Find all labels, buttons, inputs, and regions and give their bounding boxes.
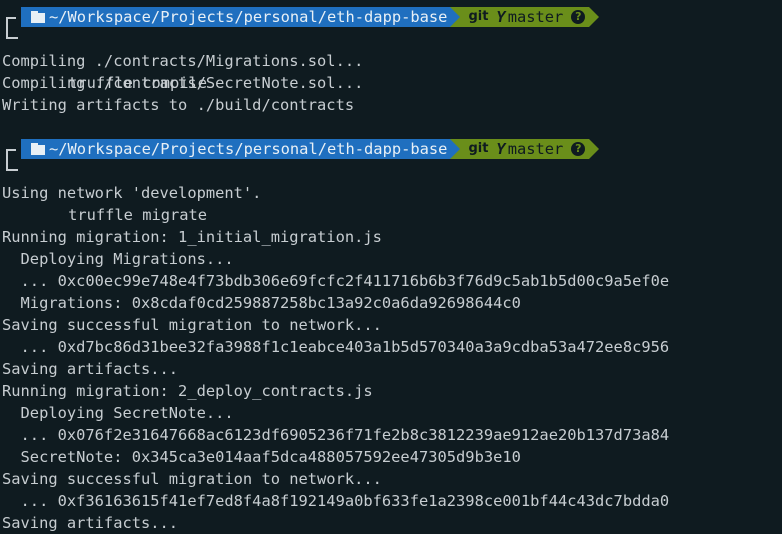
branch-icon: Y [496, 8, 506, 26]
folder-icon [31, 11, 47, 23]
prompt-line: ~/Workspace/Projects/personal/eth-dapp-b… [0, 138, 782, 160]
command-text: truffle compile [68, 74, 208, 92]
prompt-corner-decoration [6, 17, 16, 28]
command-corner-decoration [6, 28, 18, 39]
prompt-path: ~/Workspace/Projects/personal/eth-dapp-b… [49, 140, 448, 158]
output-line: Deploying Migrations... [2, 250, 234, 268]
command-text: truffle migrate [68, 206, 208, 224]
output-line: SecretNote: 0x345ca3e014aaf5dca488057592… [2, 448, 521, 466]
segment-separator-icon [450, 7, 461, 27]
output-line: Writing artifacts to ./build/contracts [2, 96, 355, 114]
output-line: Saving artifacts... [2, 360, 179, 378]
branch-icon: Y [496, 140, 506, 158]
output-line: Running migration: 2_deploy_contracts.js [2, 382, 373, 400]
output-line: Running migration: 1_initial_migration.j… [2, 228, 382, 246]
git-icon: git [468, 9, 489, 24]
output-line: Saving successful migration to network..… [2, 470, 382, 488]
output-line: Compiling ./contracts/Migrations.sol... [2, 52, 364, 70]
prompt-corner-decoration [6, 149, 16, 160]
git-branch: master [507, 8, 564, 26]
prompt-path-segment: ~/Workspace/Projects/personal/eth-dapp-b… [21, 139, 451, 159]
prompt-path: ~/Workspace/Projects/personal/eth-dapp-b… [49, 8, 448, 26]
output-line: Migrations: 0x8cdaf0cd259887258bc13a92c0… [2, 294, 521, 312]
command-line: truffle migrate [0, 160, 782, 224]
prompt-path-segment: ~/Workspace/Projects/personal/eth-dapp-b… [21, 7, 451, 27]
git-icon: git [468, 141, 489, 156]
git-branch: master [507, 140, 564, 158]
prompt-git-segment: git Ymaster? [460, 7, 590, 27]
segment-end-icon [589, 7, 600, 27]
output-line: Saving successful migration to network..… [2, 316, 382, 334]
git-status-icon: ? [571, 142, 586, 156]
output-line: Deploying SecretNote... [2, 404, 234, 422]
prompt-line: ~/Workspace/Projects/personal/eth-dapp-b… [0, 6, 782, 28]
output-line: ... 0xf36163615f41ef7ed8f4a8f192149a0bf6… [2, 492, 670, 510]
output-line: ... 0xd7bc86d31bee32fa3988f1c1eabce403a1… [2, 338, 670, 356]
command-line: truffle compile [0, 28, 782, 92]
terminal-window[interactable]: ~/Workspace/Projects/personal/eth-dapp-b… [0, 0, 782, 532]
segment-end-icon [589, 139, 600, 159]
segment-separator-icon [450, 139, 461, 159]
output-line: ... 0xc00ec99e748e4f73bdb306e69fcfc2f411… [2, 272, 670, 290]
folder-icon [31, 143, 47, 155]
prompt-git-segment: git Ymaster? [460, 139, 590, 159]
output-line: Using network 'development'. [2, 184, 262, 202]
command-corner-decoration [6, 160, 18, 171]
output-line: ... 0x076f2e31647668ac6123df6905236f71fe… [2, 426, 670, 444]
output-line: Saving artifacts... [2, 514, 179, 532]
git-status-icon: ? [571, 10, 586, 24]
